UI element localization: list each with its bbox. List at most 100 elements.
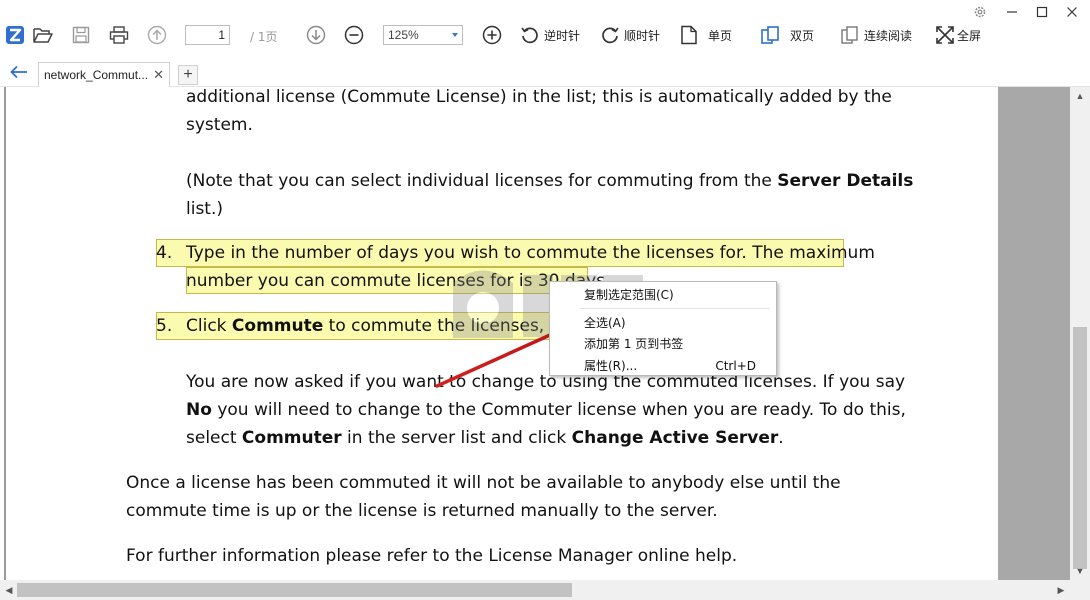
menu-item-properties[interactable]: 属性(R)... Ctrl+D bbox=[550, 355, 776, 377]
rotate-ccw-button[interactable]: 逆时针 bbox=[520, 22, 580, 48]
next-page-button[interactable] bbox=[306, 22, 326, 48]
rotate-cw-button[interactable]: 顺时针 bbox=[600, 22, 660, 48]
menu-separator bbox=[580, 308, 770, 309]
scroll-down-icon[interactable]: ▼ bbox=[1070, 564, 1090, 578]
text-line: (Note that you can select individual lic… bbox=[186, 171, 913, 191]
bold-text: Commute bbox=[231, 316, 324, 336]
menu-shortcut: Ctrl+D bbox=[715, 359, 756, 373]
document-viewport[interactable]: additional license (Commute License) in … bbox=[0, 87, 1070, 580]
menu-item-label: 添加第 1 页到书签 bbox=[584, 337, 684, 351]
scroll-up-icon[interactable]: ▲ bbox=[1070, 89, 1090, 103]
context-menu: 复制选定范围(C) 全选(A) 添加第 1 页到书签 属性(R)... Ctrl… bbox=[549, 281, 777, 376]
zoom-level-value: 125% bbox=[388, 28, 419, 42]
rotate-ccw-icon bbox=[521, 27, 538, 44]
plus-circle-icon bbox=[482, 25, 502, 45]
minus-circle-icon bbox=[344, 25, 364, 45]
text-line: number you can commute licenses for is 3… bbox=[186, 271, 611, 291]
text-line: No you will need to change to the Commut… bbox=[186, 400, 906, 420]
single-page-button[interactable]: 单页 bbox=[680, 22, 732, 48]
menu-item-copy-selection[interactable]: 复制选定范围(C) bbox=[550, 284, 776, 306]
open-file-button[interactable] bbox=[33, 22, 53, 48]
printer-icon bbox=[109, 26, 129, 44]
rotate-cw-icon bbox=[602, 27, 619, 44]
tab-network-commute[interactable]: network_Commut... ✕ bbox=[38, 62, 170, 87]
save-button[interactable] bbox=[72, 22, 90, 48]
tab-close-icon[interactable]: ✕ bbox=[153, 68, 164, 81]
arrow-left-icon bbox=[10, 65, 27, 79]
horizontal-scroll-thumb[interactable] bbox=[17, 583, 572, 597]
close-icon bbox=[1067, 7, 1077, 17]
page-number-input[interactable] bbox=[185, 25, 230, 45]
horizontal-scrollbar[interactable]: ◀ ▶ bbox=[0, 580, 1070, 600]
single-page-icon bbox=[681, 25, 697, 45]
single-page-label: 单页 bbox=[708, 28, 733, 43]
folder-open-icon bbox=[33, 28, 53, 43]
document-tab-bar: network_Commut... ✕ + bbox=[0, 60, 1090, 87]
gear-icon bbox=[974, 6, 986, 18]
page-background bbox=[998, 87, 1070, 580]
minimize-icon bbox=[1007, 11, 1017, 13]
vertical-scrollbar[interactable]: ▲ ▼ bbox=[1070, 87, 1090, 580]
continuous-read-button[interactable]: 连续阅读 bbox=[840, 22, 912, 48]
text-span: in the server list and click bbox=[341, 428, 572, 448]
save-icon bbox=[72, 26, 90, 44]
tab-label: network_Commut... bbox=[44, 68, 149, 82]
print-button[interactable] bbox=[109, 22, 129, 48]
text-line: additional license (Commute License) in … bbox=[186, 87, 892, 107]
scroll-left-icon[interactable]: ◀ bbox=[2, 580, 16, 600]
continuous-read-label: 连续阅读 bbox=[864, 28, 913, 43]
double-page-label: 双页 bbox=[790, 28, 815, 43]
text-line: select Commuter in the server list and c… bbox=[186, 428, 784, 448]
text-span: . bbox=[778, 428, 784, 448]
text-line: You are now asked if you want to change … bbox=[186, 372, 906, 392]
continuous-page-icon bbox=[841, 26, 858, 44]
list-number: 5. bbox=[156, 316, 173, 336]
scrollbar-corner bbox=[1070, 580, 1090, 600]
main-toolbar: / 1页 125% bbox=[0, 0, 1090, 60]
text-span: (Note that you can select individual lic… bbox=[186, 171, 778, 191]
prev-page-button[interactable] bbox=[147, 22, 167, 48]
pdf-reader-window: / 1页 125% bbox=[0, 0, 1090, 600]
text-span: you will need to change to the Commuter … bbox=[211, 400, 906, 420]
pdf-page: additional license (Commute License) in … bbox=[6, 87, 998, 580]
text-span: select bbox=[186, 428, 242, 448]
text-line: system. bbox=[186, 115, 253, 135]
arrow-down-circle-icon bbox=[306, 25, 326, 45]
zoom-in-button[interactable] bbox=[482, 22, 502, 48]
bold-text: No bbox=[186, 400, 212, 420]
minimize-button[interactable] bbox=[1003, 4, 1021, 20]
rotate-ccw-label: 逆时针 bbox=[544, 28, 581, 43]
maximize-button[interactable] bbox=[1033, 4, 1051, 20]
scroll-right-icon[interactable]: ▶ bbox=[1054, 580, 1068, 600]
list-number: 4. bbox=[156, 243, 173, 263]
bold-text: Change Active Server bbox=[571, 428, 779, 448]
new-tab-button[interactable]: + bbox=[178, 65, 198, 85]
zoom-level-select[interactable]: 125% bbox=[383, 25, 463, 45]
page-total-label: / 1页 bbox=[250, 30, 278, 44]
fullscreen-button[interactable]: 全屏 bbox=[935, 22, 981, 48]
text-line: For further information please refer to … bbox=[126, 546, 738, 566]
maximize-icon bbox=[1036, 6, 1048, 18]
close-window-button[interactable] bbox=[1063, 4, 1081, 20]
menu-item-label: 属性(R)... bbox=[584, 359, 638, 373]
double-page-button[interactable]: 双页 bbox=[760, 22, 814, 48]
app-logo-icon bbox=[6, 26, 24, 44]
text-line: Type in the number of days you wish to c… bbox=[186, 243, 875, 263]
settings-button[interactable] bbox=[971, 4, 989, 20]
zoom-out-button[interactable] bbox=[344, 22, 364, 48]
menu-item-select-all[interactable]: 全选(A) bbox=[550, 312, 776, 334]
fullscreen-icon bbox=[936, 26, 954, 44]
bold-text: Server Details bbox=[777, 171, 914, 191]
menu-item-label: 全选(A) bbox=[584, 316, 626, 330]
app-logo-button[interactable] bbox=[5, 22, 25, 48]
back-button[interactable] bbox=[9, 64, 29, 80]
menu-item-label: 复制选定范围(C) bbox=[584, 288, 674, 302]
vertical-scroll-thumb[interactable] bbox=[1073, 327, 1087, 569]
text-line: list.) bbox=[186, 199, 224, 219]
menu-item-add-bookmark[interactable]: 添加第 1 页到书签 bbox=[550, 333, 776, 355]
chevron-down-icon bbox=[452, 33, 458, 37]
text-line: commute time is up or the license is ret… bbox=[126, 501, 718, 521]
arrow-up-circle-icon bbox=[147, 25, 167, 45]
text-line: Once a license has been commuted it will… bbox=[126, 473, 841, 493]
text-span: Click bbox=[186, 316, 232, 336]
